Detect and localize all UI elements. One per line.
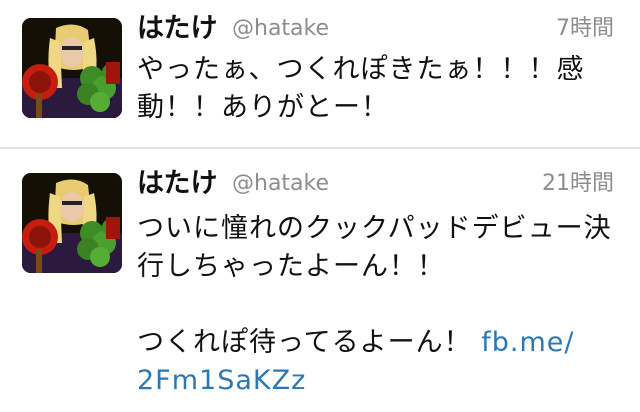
user-handle[interactable]: @hatake [232,169,329,199]
tweet-link[interactable]: fb.me/ [481,327,574,358]
tweet-item[interactable]: はたけ @hatake 21時間 ついに憧れのクックパッドデビュー決 行しちゃっ… [0,149,640,412]
user-name[interactable]: はたけ [137,14,217,44]
tweet-text: やったぁ、つくれぽきたぁ！！！感 動！！ありがとー！ [137,51,612,127]
tweet-text-line: 2Fm1SaKZz [137,362,612,400]
tweet-text-line: ついに憧れのクックパッドデビュー決 [137,213,612,244]
tweet-timestamp: 7時間 [556,16,614,41]
tweet-text-line: 行しちゃったよーん！！ [137,251,445,282]
line-break-spacer [137,286,612,324]
tweet-text: ついに憧れのクックパッドデビュー決 行しちゃったよーん！！ つくれぽ待ってるよー… [137,210,612,400]
tweet-item[interactable]: はたけ @hatake 7時間 やったぁ、つくれぽきたぁ！！！感 動！！ありがと… [0,0,640,147]
user-handle[interactable]: @hatake [232,14,329,44]
tweet-text-line: 動！！ありがとー！ [137,92,389,123]
tweet-timestamp: 21時間 [542,171,614,196]
tweet-text-line: やったぁ、つくれぽきたぁ！！！感 [137,54,585,85]
user-name[interactable]: はたけ [137,169,217,199]
tweet-text-line: つくれぽ待ってるよーん！ fb.me/ [137,324,612,362]
avatar[interactable] [22,18,122,118]
tweet-text-segment: つくれぽ待ってるよーん！ [137,327,472,358]
tweet-link[interactable]: 2Fm1SaKZz [137,365,306,396]
tweet-timeline: はたけ @hatake 7時間 やったぁ、つくれぽきたぁ！！！感 動！！ありがと… [0,0,640,412]
avatar[interactable] [22,173,122,273]
